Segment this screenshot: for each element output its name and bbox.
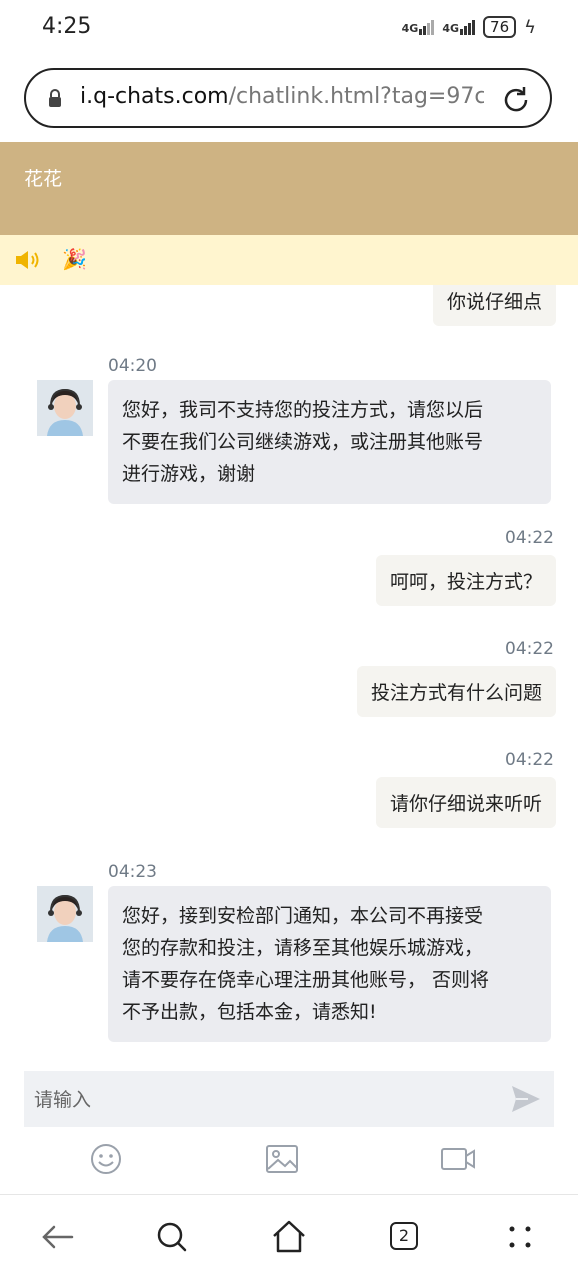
speaker-icon[interactable] xyxy=(14,249,42,271)
chat-title: 花花 xyxy=(24,168,63,190)
user-message: 投注方式有什么问题 xyxy=(356,666,556,717)
message-input[interactable] xyxy=(24,1071,506,1129)
user-message: 你说仔细点 xyxy=(432,285,556,326)
message-time: 04:22 xyxy=(505,528,554,548)
chat-toolbar xyxy=(0,1135,578,1185)
emoji-icon[interactable] xyxy=(88,1141,124,1177)
status-icons: 4G 4G 76 ϟ xyxy=(402,16,536,38)
avatar-image xyxy=(37,886,93,942)
message-line: 您好，我司不支持您的投注方式，请您以后 xyxy=(122,399,484,421)
battery-indicator: 76 xyxy=(483,16,517,38)
agent-message: 您好，我司不支持您的投注方式，请您以后 不要在我们公司继续游戏，或注册其他账号 … xyxy=(108,380,551,504)
message-input-bar xyxy=(24,1071,554,1129)
chat-header: 花花 xyxy=(0,142,578,235)
image-icon[interactable] xyxy=(264,1141,300,1177)
avatar-image xyxy=(37,380,93,436)
message-line: 不予出款，包括本金，请悉知! xyxy=(122,1001,377,1023)
message-time: 04:20 xyxy=(108,356,157,376)
message-line: 进行游戏，谢谢 xyxy=(122,463,256,485)
tabs-button[interactable]: 2 xyxy=(390,1222,418,1250)
address-bar[interactable]: i.q-chats.com/chatlink.html?tag=97c xyxy=(24,68,552,128)
message-time: 04:22 xyxy=(505,750,554,770)
url-path: /chatlink.html?tag=97c xyxy=(228,84,484,109)
browser-nav-bar xyxy=(0,1194,578,1281)
message-line: 请不要存在侥幸心理注册其他账号， 否则将 xyxy=(122,969,490,991)
reload-icon[interactable] xyxy=(500,84,532,116)
send-icon[interactable] xyxy=(510,1083,542,1115)
message-time: 04:22 xyxy=(505,639,554,659)
chat-messages[interactable]: 你说仔细点 04:20 您好，我司不支持您的投注方式，请您以后 不要在我们公司继… xyxy=(0,285,578,1067)
charging-icon: ϟ xyxy=(524,16,536,38)
search-icon[interactable] xyxy=(152,1217,192,1257)
message-line: 您的存款和投注，请移至其他娱乐城游戏， xyxy=(122,937,484,959)
status-time: 4:25 xyxy=(42,14,92,39)
agent-avatar[interactable] xyxy=(37,886,93,942)
lock-icon xyxy=(49,89,61,107)
message-line: 不要在我们公司继续游戏，或注册其他账号 xyxy=(122,431,484,453)
message-time: 04:23 xyxy=(108,862,157,882)
user-message: 呵呵，投注方式？ xyxy=(375,555,556,606)
signal-icon: 4G xyxy=(442,19,476,35)
agent-message: 您好，接到安检部门通知，本公司不再接受 您的存款和投注，请移至其他娱乐城游戏， … xyxy=(108,886,551,1042)
message-line: 您好，接到安检部门通知，本公司不再接受 xyxy=(122,905,484,927)
home-icon[interactable] xyxy=(269,1217,309,1257)
agent-avatar[interactable] xyxy=(37,380,93,436)
video-icon[interactable] xyxy=(440,1141,476,1177)
url-text[interactable]: i.q-chats.com/chatlink.html?tag=97c xyxy=(80,84,484,109)
user-message: 请你仔细说来听听 xyxy=(375,777,556,828)
status-bar: 4:25 4G 4G 76 ϟ xyxy=(0,0,578,58)
signal-icon: 4G xyxy=(402,19,435,35)
menu-icon[interactable] xyxy=(500,1217,540,1257)
party-icon: 🎉 xyxy=(62,247,87,271)
notice-bar: 🎉 xyxy=(0,235,578,285)
url-host: i.q-chats.com xyxy=(80,84,229,109)
back-icon[interactable] xyxy=(38,1217,78,1257)
